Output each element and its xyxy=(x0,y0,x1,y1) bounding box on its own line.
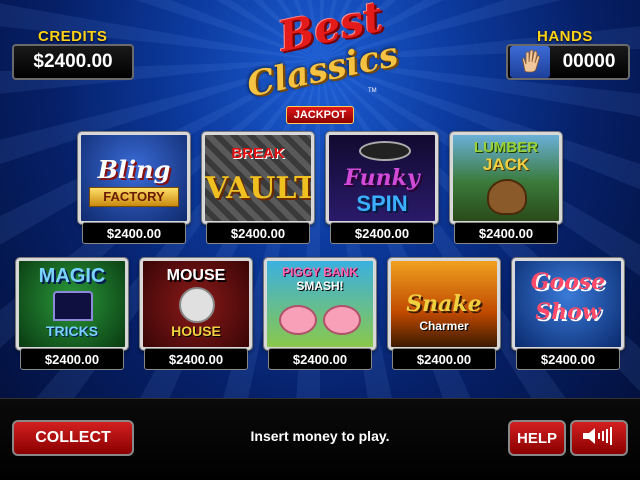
hand-icon xyxy=(510,46,550,78)
game-tile-snake-charmer[interactable]: Snake Charmer $2400.00 xyxy=(388,258,500,372)
game-art-title: Funky xyxy=(344,165,420,191)
game-art-title: Goose xyxy=(530,269,606,295)
game-art-break-the-vault[interactable]: BREAK VAULT xyxy=(202,132,314,224)
mouse-face-icon xyxy=(179,287,215,323)
game-tile-the-goose-show[interactable]: Goose Show $2400.00 xyxy=(512,258,624,372)
logo-trademark: TM xyxy=(368,88,377,94)
help-button[interactable]: HELP xyxy=(508,420,566,456)
sound-button[interactable] xyxy=(570,420,628,456)
speaker-volume-icon xyxy=(581,425,617,452)
game-tile-lumber-jack-vince[interactable]: LUMBER JACK $2400.00 xyxy=(450,132,562,246)
status-message: Insert money to play. xyxy=(250,428,390,444)
game-art-title: PIGGY BANK xyxy=(282,265,358,279)
turntable-icon xyxy=(359,141,411,161)
game-art-snake-charmer[interactable]: Snake Charmer xyxy=(388,258,500,350)
game-art-subtitle: VAULT xyxy=(205,171,314,206)
game-art-subtitle: Charmer xyxy=(419,319,469,333)
credits-display: $2400.00 xyxy=(12,44,134,80)
beaver-icon xyxy=(487,179,527,215)
game-art-subtitle: SMASH! xyxy=(296,279,344,293)
game-art-subtitle: Show xyxy=(535,299,601,325)
pig-icon xyxy=(323,305,361,335)
collect-button[interactable]: COLLECT xyxy=(12,420,134,456)
game-lobby: CREDITS $2400.00 HANDS 00000 Best Classi… xyxy=(0,0,640,480)
game-art-title: Snake xyxy=(406,291,482,317)
game-art-title: LUMBER xyxy=(473,139,539,156)
game-tile-mouse-house[interactable]: MOUSE HOUSE $2400.00 xyxy=(140,258,252,372)
game-price[interactable]: $2400.00 xyxy=(392,348,496,370)
game-price[interactable]: $2400.00 xyxy=(206,222,310,244)
game-art-piggy-bank-smash[interactable]: PIGGY BANK SMASH! xyxy=(264,258,376,350)
game-price[interactable]: $2400.00 xyxy=(20,348,124,370)
game-art-mouse-house[interactable]: MOUSE HOUSE xyxy=(140,258,252,350)
top-hat-icon xyxy=(53,291,93,321)
game-art-magic-tricks[interactable]: MAGIC TRICKS xyxy=(16,258,128,350)
hands-display: 00000 xyxy=(506,44,630,80)
game-art-subtitle: FACTORY xyxy=(89,187,179,207)
game-tile-magic-tricks[interactable]: MAGIC TRICKS $2400.00 xyxy=(16,258,128,372)
game-art-title: MAGIC xyxy=(38,265,106,287)
game-logo: Best Classics TM JACKPOT xyxy=(240,0,402,126)
game-art-subtitle: JACK xyxy=(482,155,530,174)
game-art-title: Bling xyxy=(97,155,171,184)
game-art-subtitle: HOUSE xyxy=(171,323,221,339)
game-price[interactable]: $2400.00 xyxy=(144,348,248,370)
game-tile-bling-factory[interactable]: Bling FACTORY $2400.00 xyxy=(78,132,190,246)
game-art-funky-spin[interactable]: Funky SPIN xyxy=(326,132,438,224)
game-art-bling-factory[interactable]: Bling FACTORY xyxy=(78,132,190,224)
credits-label: CREDITS xyxy=(38,28,108,45)
game-art-lumber-jack-vince[interactable]: LUMBER JACK xyxy=(450,132,562,224)
game-tile-funky-spin[interactable]: Funky SPIN $2400.00 xyxy=(326,132,438,246)
game-price[interactable]: $2400.00 xyxy=(516,348,620,370)
hands-value: 00000 xyxy=(562,51,616,72)
game-tile-break-the-vault[interactable]: BREAK VAULT $2400.00 xyxy=(202,132,314,246)
hands-label: HANDS xyxy=(537,28,593,45)
game-art-title: MOUSE xyxy=(166,267,226,284)
game-tile-piggy-bank-smash[interactable]: PIGGY BANK SMASH! $2400.00 xyxy=(264,258,376,372)
game-price[interactable]: $2400.00 xyxy=(268,348,372,370)
game-price[interactable]: $2400.00 xyxy=(330,222,434,244)
logo-jackpot-badge: JACKPOT xyxy=(286,106,354,124)
game-art-subtitle: TRICKS xyxy=(45,323,99,339)
pig-icon xyxy=(279,305,317,335)
game-price[interactable]: $2400.00 xyxy=(454,222,558,244)
game-art-the-goose-show[interactable]: Goose Show xyxy=(512,258,624,350)
game-art-subtitle: SPIN xyxy=(356,191,408,216)
game-art-title: BREAK xyxy=(231,145,285,162)
game-price[interactable]: $2400.00 xyxy=(82,222,186,244)
